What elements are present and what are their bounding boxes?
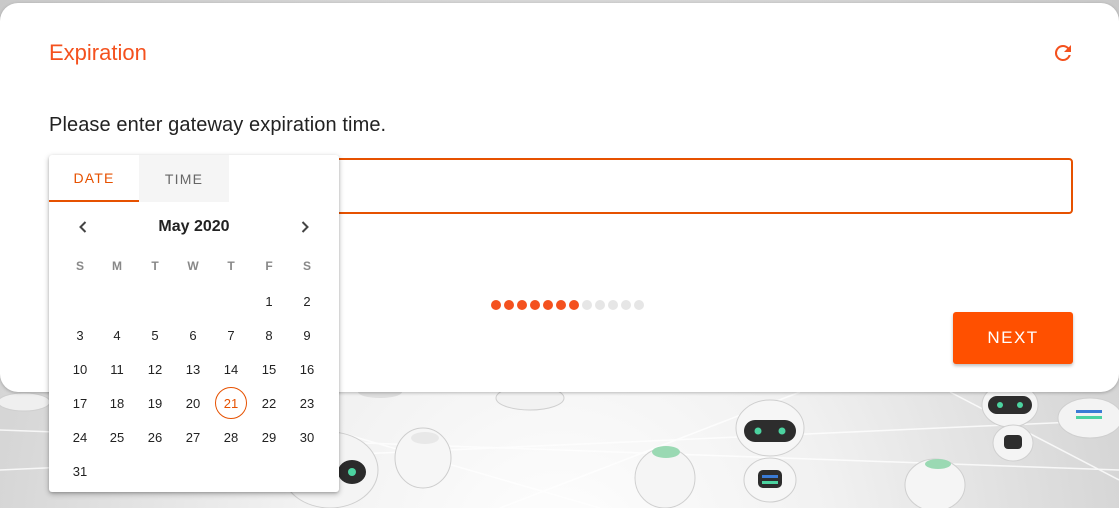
progress-dot (595, 300, 605, 310)
calendar-day[interactable]: 28 (215, 421, 247, 453)
calendar-day[interactable]: 18 (101, 387, 133, 419)
robot-figure (735, 399, 805, 503)
calendar-day[interactable]: 12 (139, 353, 171, 385)
calendar-day[interactable]: 8 (253, 319, 285, 351)
robot-figure (394, 427, 452, 489)
calendar-day[interactable]: 27 (177, 421, 209, 453)
progress-dot (517, 300, 527, 310)
calendar-day[interactable]: 2 (291, 285, 323, 317)
progress-dot (530, 300, 540, 310)
progress-dot (582, 300, 592, 310)
calendar-day[interactable]: 26 (139, 421, 171, 453)
refresh-button[interactable] (1049, 39, 1077, 67)
card-title: Expiration (49, 40, 147, 65)
robot-figure (981, 382, 1039, 462)
calendar-day[interactable]: 1 (253, 285, 285, 317)
date-time-picker: DATE TIME May 2020 SMTWTFS 1 2 3 4 5 6 7 8 9 10 11… (49, 155, 339, 492)
calendar-day[interactable]: 5 (139, 319, 171, 351)
calendar-day[interactable]: 24 (64, 421, 96, 453)
calendar-day[interactable]: 11 (101, 353, 133, 385)
chevron-left-icon (79, 221, 87, 233)
calendar-day[interactable]: 19 (139, 387, 171, 419)
progress-dot (621, 300, 631, 310)
calendar-day[interactable]: 30 (291, 421, 323, 453)
weekday-label: S (302, 259, 311, 273)
calendar-day[interactable]: 20 (177, 387, 209, 419)
calendar-day[interactable]: 25 (101, 421, 133, 453)
tab-date[interactable]: DATE (49, 155, 139, 202)
weekday-label: M (112, 259, 122, 273)
weekday-label: W (187, 259, 199, 273)
calendar-day[interactable]: 13 (177, 353, 209, 385)
progress-dot (634, 300, 644, 310)
refresh-icon (1054, 44, 1071, 61)
calendar-day[interactable]: 31 (64, 455, 96, 487)
calendar-day[interactable]: 16 (291, 353, 323, 385)
next-button[interactable]: NEXT (953, 312, 1073, 364)
progress-dot (608, 300, 618, 310)
calendar-day[interactable]: 3 (64, 319, 96, 351)
calendar-day[interactable]: 22 (253, 387, 285, 419)
month-header: May 2020 (49, 212, 339, 242)
robot-figure (634, 446, 696, 508)
calendar-day[interactable]: 29 (253, 421, 285, 453)
progress-dot (543, 300, 553, 310)
calendar-day[interactable]: 23 (291, 387, 323, 419)
next-month-button[interactable] (292, 214, 318, 240)
calendar-day[interactable]: 17 (64, 387, 96, 419)
weekday-label: F (265, 259, 273, 273)
robot-figure (0, 392, 51, 412)
tab-time[interactable]: TIME (139, 155, 229, 202)
weekday-label: T (227, 259, 235, 273)
progress-dot (504, 300, 514, 310)
calendar-day[interactable]: 6 (177, 319, 209, 351)
expiration-prompt: Please enter gateway expiration time. (49, 114, 387, 136)
calendar-day[interactable]: 15 (253, 353, 285, 385)
progress-dots (491, 300, 644, 310)
robot-figure (1057, 397, 1119, 439)
weekday-label: S (75, 259, 84, 273)
calendar-day[interactable]: 7 (215, 319, 247, 351)
calendar-day[interactable]: 10 (64, 353, 96, 385)
weekday-label: T (151, 259, 159, 273)
calendar-day[interactable]: 14 (215, 353, 247, 385)
robot-figure (904, 458, 966, 508)
progress-dot (569, 300, 579, 310)
picker-tabs: DATE TIME (49, 155, 339, 202)
previous-month-button[interactable] (70, 214, 96, 240)
calendar-day[interactable]: 4 (101, 319, 133, 351)
progress-dot (556, 300, 566, 310)
calendar-day[interactable]: 9 (291, 319, 323, 351)
progress-dot (491, 300, 501, 310)
calendar-day[interactable]: 21 (215, 387, 247, 419)
chevron-right-icon (301, 221, 309, 233)
